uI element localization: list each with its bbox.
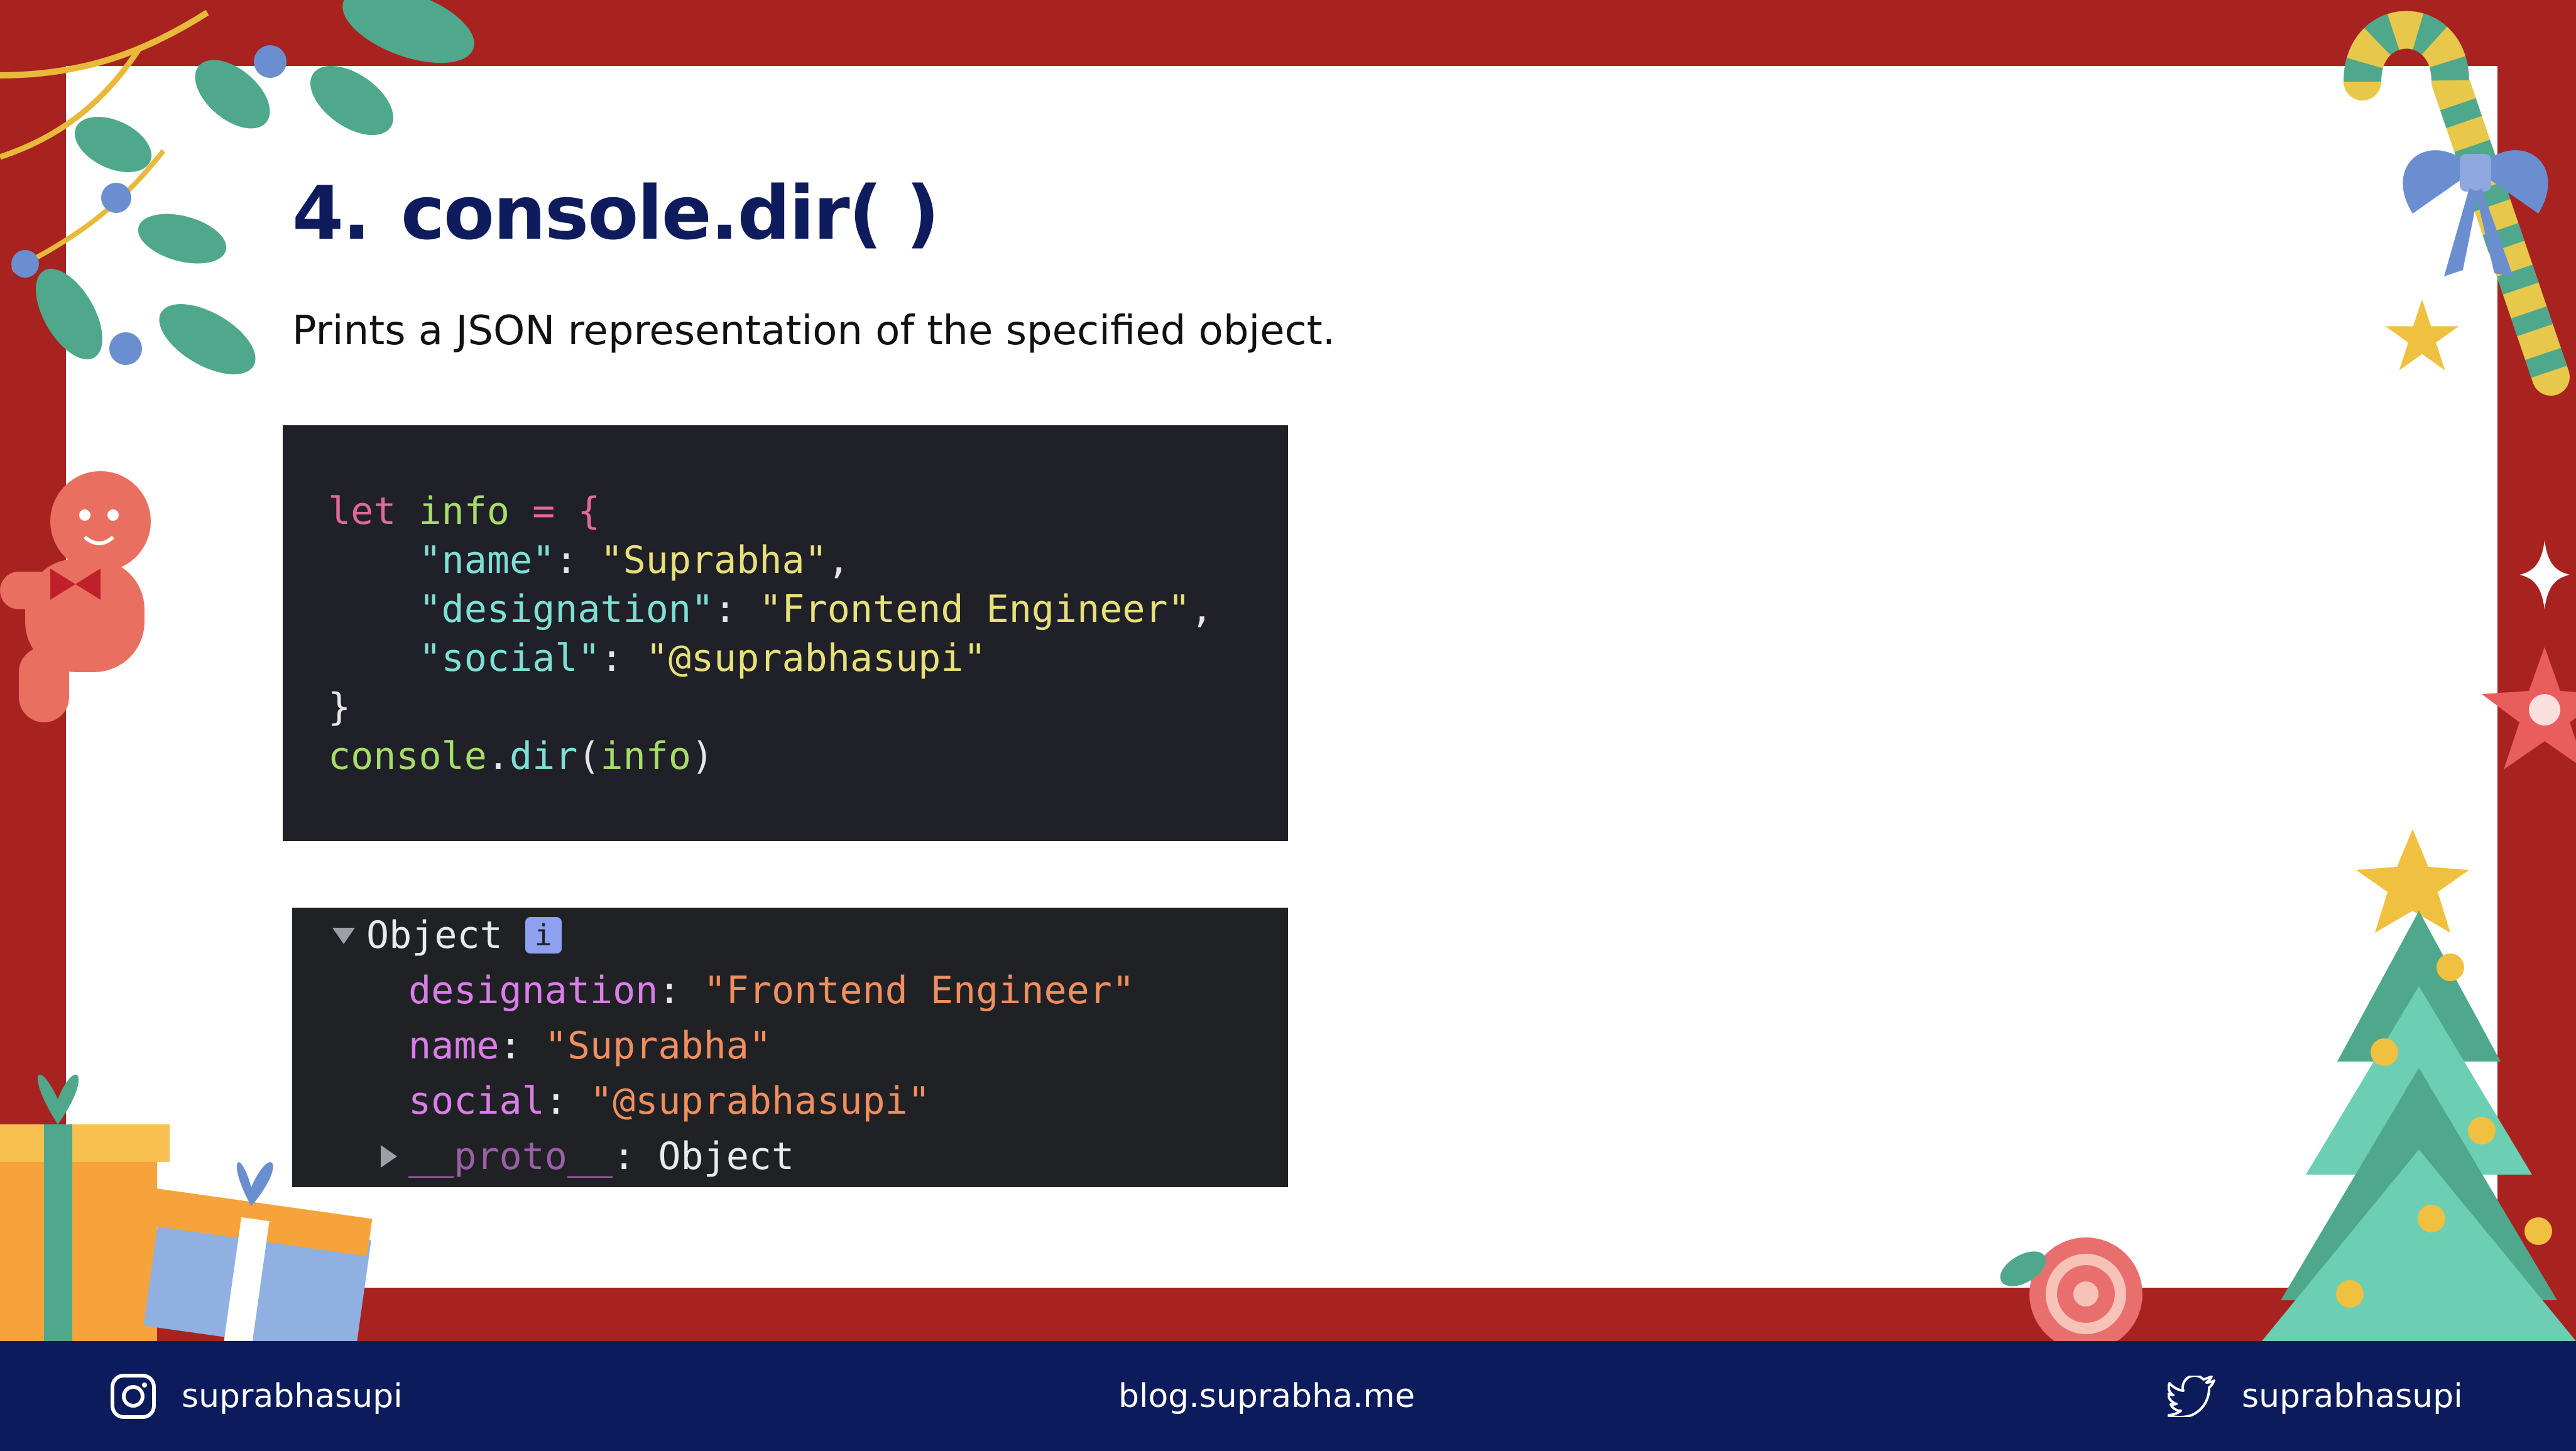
code-key: "social" — [418, 636, 601, 680]
object-property: name: "Suprabha" — [408, 1018, 772, 1073]
snowflake-cookie-icon — [2482, 647, 2576, 769]
instagram-handle[interactable]: suprabhasupi — [182, 1378, 403, 1415]
ribbon-bow-icon — [2403, 150, 2548, 276]
property-value: "@suprabhasupi" — [590, 1079, 931, 1123]
code-line: "designation": "Frontend Engineer", — [418, 587, 1213, 631]
star-icon — [2385, 299, 2459, 371]
code-text: = { — [510, 489, 601, 533]
proto-value: Object — [658, 1134, 795, 1178]
blog-url[interactable]: blog.suprabha.me — [1118, 1378, 1415, 1415]
page-title: 4. console.dir( ) — [292, 170, 940, 256]
code-line: "name": "Suprabha", — [418, 538, 850, 582]
instagram-link[interactable]: suprabhasupi — [110, 1341, 403, 1451]
property-key: designation — [408, 969, 658, 1013]
proto-row[interactable]: __proto__: Object — [377, 1129, 794, 1184]
code-string: "Frontend Engineer" — [759, 587, 1191, 631]
info-icon[interactable]: i — [525, 917, 562, 954]
property-key: social — [408, 1079, 545, 1123]
property-value: "Frontend Engineer" — [703, 969, 1135, 1013]
sparkle-icon — [2519, 540, 2570, 609]
code-string: "@suprabhasupi" — [645, 636, 986, 680]
code-string: "Suprabha" — [600, 538, 827, 582]
object-label: Object — [366, 913, 503, 957]
slide-title: console.dir( ) — [400, 170, 940, 256]
slide-number: 4. — [292, 170, 371, 256]
code-function: dir — [510, 734, 578, 778]
code-line: } — [328, 685, 351, 729]
triangle-right-icon[interactable] — [377, 1144, 398, 1169]
code-keyword: let — [328, 489, 396, 533]
code-key: "name" — [418, 538, 555, 582]
triangle-down-icon[interactable] — [331, 923, 356, 948]
code-key: "designation" — [418, 587, 714, 631]
footer-bar: suprabhasupi blog.suprabha.me suprabhasu… — [0, 1341, 2576, 1451]
code-line: console.dir(info) — [328, 734, 714, 778]
object-property: designation: "Frontend Engineer" — [408, 963, 1135, 1018]
console-output: Object i designation: "Frontend Engineer… — [292, 908, 1288, 1187]
object-header[interactable]: Object i — [331, 908, 562, 963]
twitter-icon[interactable] — [2168, 1375, 2217, 1417]
code-object: console — [328, 734, 487, 778]
slide-subtitle: Prints a JSON representation of the spec… — [292, 308, 1336, 354]
blog-link[interactable]: blog.suprabha.me — [1118, 1341, 1415, 1451]
code-line: "social": "@suprabhasupi" — [418, 636, 986, 680]
code-line: let info = { — [328, 487, 1288, 536]
proto-key: __proto__ — [408, 1134, 613, 1178]
instagram-icon[interactable] — [110, 1373, 156, 1420]
lollipop-icon — [2000, 1237, 2142, 1341]
christmas-tree-icon — [2262, 829, 2576, 1341]
object-property: social: "@suprabhasupi" — [408, 1073, 931, 1129]
code-variable: info — [418, 489, 510, 533]
property-key: name — [408, 1024, 499, 1068]
twitter-link[interactable]: suprabhasupi — [2168, 1341, 2463, 1451]
twitter-handle[interactable]: suprabhasupi — [2242, 1378, 2463, 1415]
property-value: "Suprabha" — [544, 1024, 772, 1068]
gingerbread-man-icon — [0, 471, 151, 722]
code-argument: info — [600, 734, 692, 778]
code-snippet: let info = { "name": "Suprabha", "design… — [283, 425, 1288, 841]
